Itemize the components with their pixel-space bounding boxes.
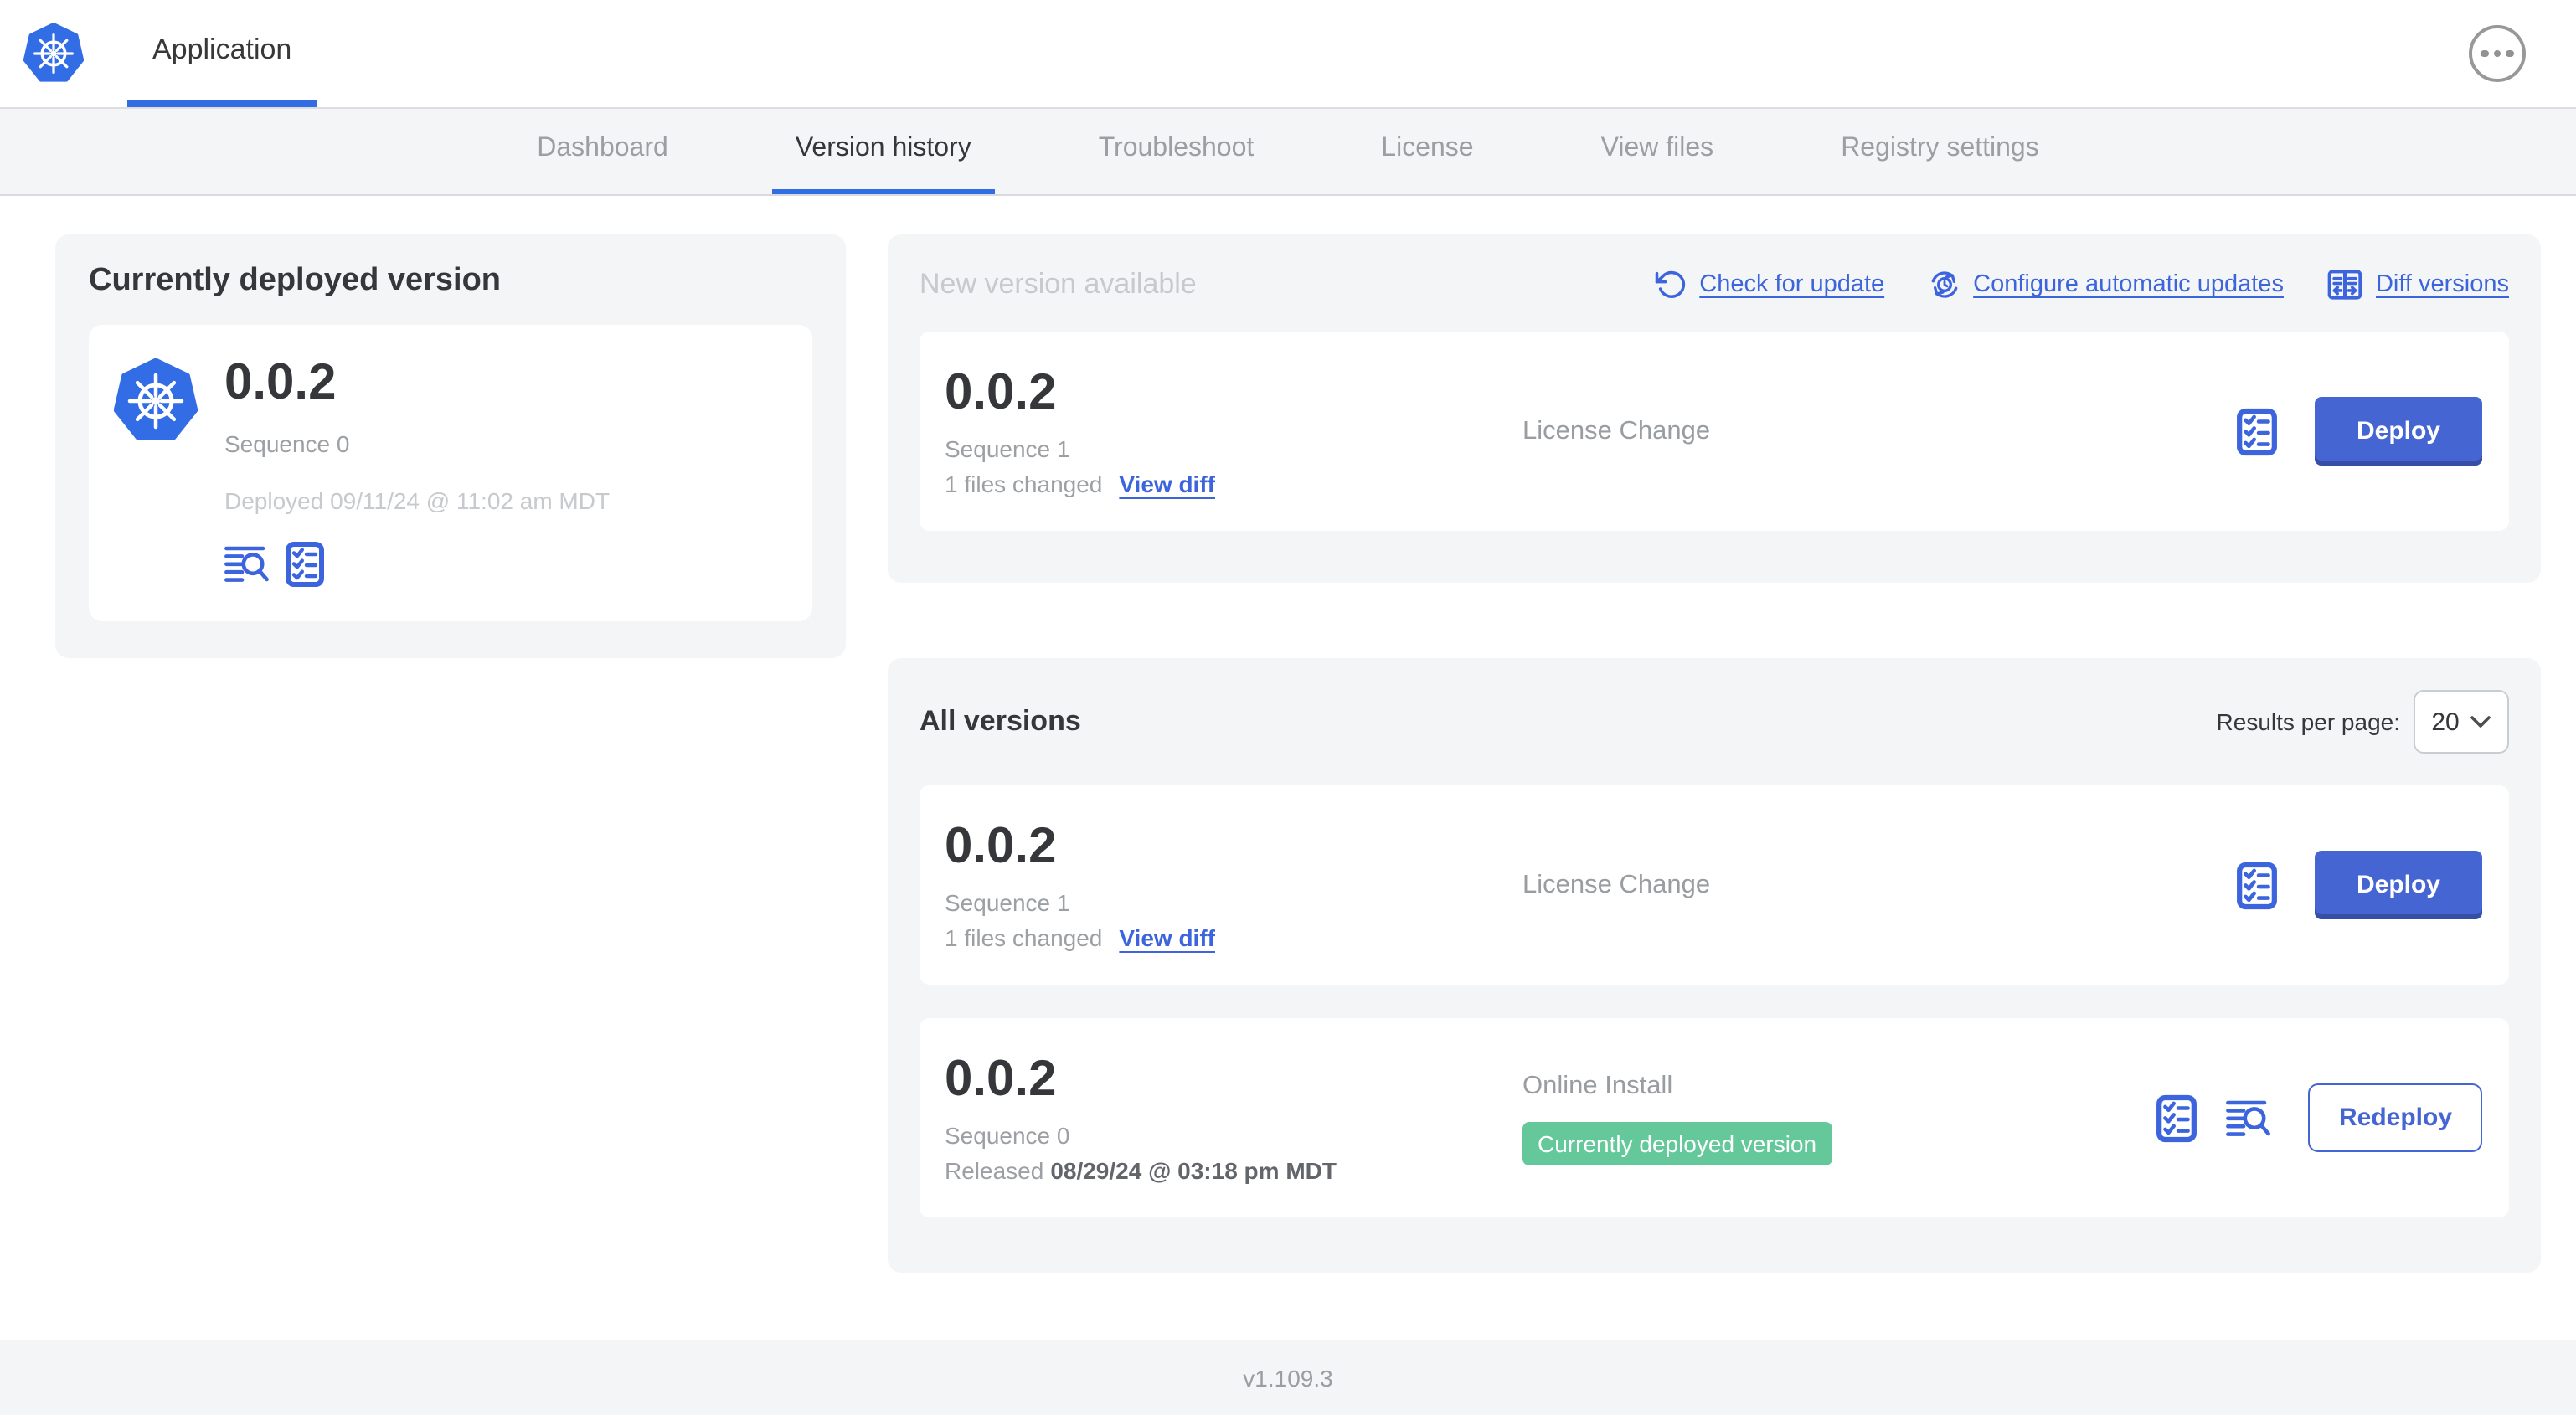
app-tab-label: Application [152, 33, 292, 65]
deployed-sequence: Sequence 0 [224, 430, 350, 456]
preflight-checks-icon[interactable] [285, 540, 325, 587]
files-changed: 1 files changed [945, 471, 1103, 497]
version-sequence: Sequence 1 [945, 435, 1070, 462]
deployed-version-number: 0.0.2 [224, 355, 337, 410]
version-row: 0.0.2 Sequence 0 Released 08/29/24 @ 03:1… [920, 1018, 2509, 1217]
app-tab-application[interactable]: Application [127, 0, 317, 107]
view-diff-link[interactable]: View diff [1119, 471, 1215, 497]
currently-deployed-card: 0.0.2 Sequence 0 Deployed 09/11/24 @ 11:… [89, 325, 812, 620]
more-options-button[interactable] [2469, 25, 2526, 82]
preflight-checks-icon[interactable] [2236, 860, 2278, 910]
currently-deployed-title: Currently deployed version [89, 263, 502, 298]
app-window: Application Dashboard Version history Tr… [0, 0, 2576, 1415]
top-header: Application [0, 0, 2576, 109]
version-row: 0.0.2 Sequence 1 1 files changed View di… [920, 785, 2509, 985]
tab-troubleshoot[interactable]: Troubleshoot [1075, 109, 1278, 194]
deployed-timestamp: Deployed 09/11/24 @ 11:02 am MDT [224, 486, 611, 513]
check-for-update-link[interactable]: Check for update [1654, 268, 1884, 301]
version-source: License Change [1522, 870, 1711, 898]
new-version-panel: New version available Check for update C… [888, 234, 2541, 583]
new-version-card: 0.0.2 Sequence 1 1 files changed View di… [920, 332, 2509, 531]
tab-registry-settings[interactable]: Registry settings [1817, 109, 2063, 194]
right-column: New version available Check for update C… [888, 234, 2541, 1273]
header-spacer [317, 0, 2469, 107]
tab-license[interactable]: License [1358, 109, 1497, 194]
ellipsis-icon [2481, 49, 2489, 58]
rotate-ccw-icon [1655, 270, 1685, 298]
preflight-checks-icon[interactable] [2156, 1093, 2198, 1143]
tab-dashboard[interactable]: Dashboard [513, 109, 692, 194]
version-number: 0.0.2 [945, 819, 1057, 874]
deploy-button[interactable]: Deploy [2314, 397, 2482, 466]
released-label: Released [945, 1157, 1044, 1184]
footer: v1.109.3 [0, 1340, 2576, 1415]
results-per-page-label: Results per page: [2216, 708, 2400, 735]
files-changed: 1 files changed [945, 924, 1103, 951]
results-per-page-select[interactable]: 20 [2414, 690, 2509, 754]
configure-automatic-updates-link[interactable]: Configure automatic updates [1928, 268, 2284, 301]
deploy-logs-icon[interactable] [224, 543, 270, 584]
new-version-actions: Check for update Configure automatic upd… [1654, 266, 2509, 303]
version-sequence: Sequence 1 [945, 889, 1070, 916]
section-nav: Dashboard Version history Troubleshoot L… [0, 109, 2576, 196]
version-source: Online Install [1522, 1071, 1673, 1099]
chevron-down-icon [2470, 716, 2491, 728]
diff-icon [2327, 266, 2364, 303]
new-version-title: New version available [920, 268, 1197, 300]
view-diff-link[interactable]: View diff [1119, 924, 1215, 951]
kubernetes-icon [114, 355, 198, 587]
console-version: v1.109.3 [1243, 1364, 1333, 1391]
version-number: 0.0.2 [945, 1052, 1057, 1107]
redeploy-button[interactable]: Redeploy [2308, 1083, 2482, 1152]
all-versions-title: All versions [920, 705, 1081, 737]
currently-deployed-panel: Currently deployed version 0.0.2 Sequenc… [55, 234, 846, 657]
main-content: Currently deployed version 0.0.2 Sequenc… [0, 196, 2576, 1340]
all-versions-panel: All versions Results per page: 20 0.0.2 … [888, 658, 2541, 1273]
app-logo-icon [23, 0, 84, 107]
version-number: 0.0.2 [945, 365, 1057, 420]
diff-versions-link[interactable]: Diff versions [2327, 266, 2509, 303]
deploy-logs-icon[interactable] [2227, 1098, 2272, 1138]
version-source: License Change [1522, 416, 1711, 445]
preflight-checks-icon[interactable] [2236, 406, 2278, 456]
tab-version-history[interactable]: Version history [771, 109, 995, 194]
auto-update-clock-icon [1931, 271, 1958, 298]
currently-deployed-badge: Currently deployed version [1522, 1121, 1832, 1165]
released-date: 08/29/24 @ 03:18 pm MDT [1050, 1157, 1337, 1184]
version-sequence: Sequence 0 [945, 1122, 1070, 1149]
deploy-button[interactable]: Deploy [2314, 851, 2482, 919]
tab-view-files[interactable]: View files [1578, 109, 1738, 194]
